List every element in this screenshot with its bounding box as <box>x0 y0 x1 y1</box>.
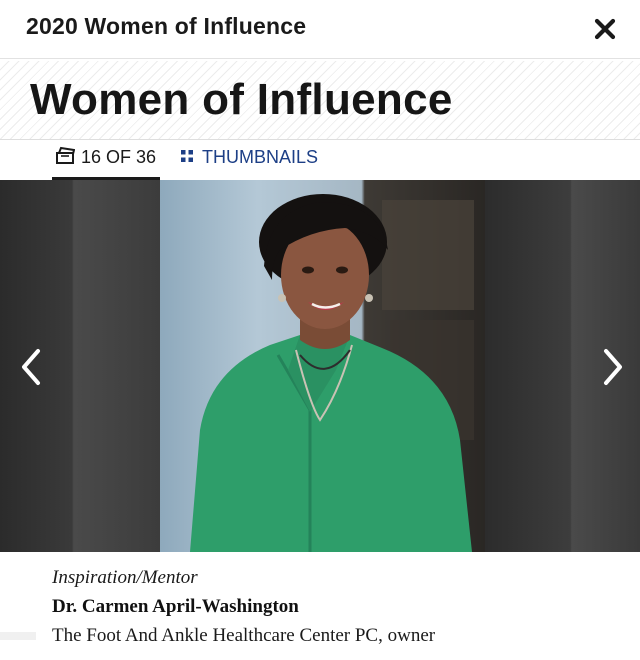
section-heading: Women of Influence <box>30 75 453 124</box>
section-banner: Women of Influence <box>0 61 640 140</box>
chevron-right-icon <box>604 349 622 385</box>
close-icon <box>594 18 616 40</box>
slide-caption: Inspiration/Mentor Dr. Carmen April-Wash… <box>0 552 640 660</box>
previous-slide-button[interactable] <box>16 347 46 387</box>
next-slide-button[interactable] <box>598 347 628 387</box>
tab-thumbnails[interactable]: THUMBNAILS <box>181 140 331 177</box>
caption-divider <box>0 632 36 640</box>
tab-slide-count[interactable]: 16 OF 36 <box>52 140 160 180</box>
award-category: Inspiration/Mentor <box>52 567 198 588</box>
gallery-title: 2020 Women of Influence <box>26 13 307 39</box>
honoree-name: Dr. Carmen April-Washington <box>52 596 299 617</box>
slide-photo <box>160 180 485 552</box>
slide-count-label: 16 OF 36 <box>81 147 157 167</box>
gallery-tabs: 16 OF 36 THUMBNAILS <box>0 140 640 180</box>
chevron-left-icon <box>22 349 40 385</box>
slides-stack-icon <box>56 146 75 164</box>
honoree-role: The Foot And Ankle Healthcare Center PC,… <box>52 625 436 646</box>
portrait-illustration <box>190 194 474 552</box>
thumbnails-label: THUMBNAILS <box>202 147 319 167</box>
gallery-header: 2020 Women of Influence <box>0 0 640 59</box>
grid-icon <box>181 150 193 162</box>
slide-stage <box>0 180 640 552</box>
close-button[interactable] <box>592 14 618 42</box>
